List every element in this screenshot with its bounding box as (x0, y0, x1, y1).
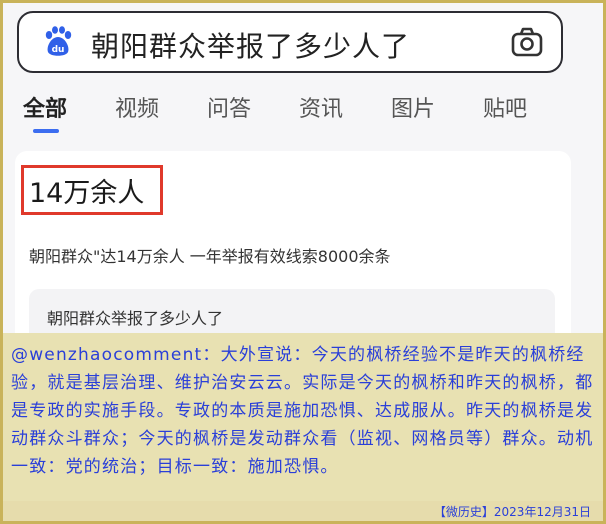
tab-qa[interactable]: 问答 (207, 91, 251, 123)
tab-video[interactable]: 视频 (115, 91, 159, 123)
search-input[interactable]: 朝阳群众举报了多少人了 (91, 25, 410, 65)
svg-text:du: du (52, 45, 65, 55)
tab-tieba[interactable]: 贴吧 (483, 91, 527, 123)
baidu-paw-icon: du (45, 26, 72, 56)
footer-caption: 【微历史】2023年12月31日 (433, 505, 591, 519)
search-app: du 朝阳群众举报了多少人了 全部 视频 问答 资讯 图片 贴吧 14万余人 朝… (3, 3, 603, 351)
footer-bar: 【微历史】2023年12月31日 (3, 501, 603, 521)
comment-text: @wenzhaocomment：大外宣说：今天的枫桥经验不是昨天的枫桥经验，就是… (11, 345, 594, 477)
comment-panel: @wenzhaocomment：大外宣说：今天的枫桥经验不是昨天的枫桥经验，就是… (3, 333, 603, 501)
active-tab-indicator (33, 129, 59, 133)
tab-images[interactable]: 图片 (391, 91, 435, 123)
answer-text: 14万余人 (29, 178, 145, 209)
screenshot-frame: du 朝阳群众举报了多少人了 全部 视频 问答 资讯 图片 贴吧 14万余人 朝… (3, 3, 603, 521)
tab-news[interactable]: 资讯 (299, 91, 343, 123)
search-bar[interactable]: du 朝阳群众举报了多少人了 (17, 11, 563, 73)
tab-all[interactable]: 全部 (23, 91, 67, 123)
related-query-text: 朝阳群众举报了多少人了 (47, 309, 224, 328)
result-subtitle[interactable]: 朝阳群众"达14万余人 一年举报有效线索8000余条 (29, 243, 391, 267)
result-card: 14万余人 朝阳群众"达14万余人 一年举报有效线索8000余条 朝阳群众举报了… (15, 151, 571, 351)
camera-icon[interactable] (511, 27, 543, 57)
tab-bar: 全部 视频 问答 资讯 图片 贴吧 (3, 87, 603, 137)
